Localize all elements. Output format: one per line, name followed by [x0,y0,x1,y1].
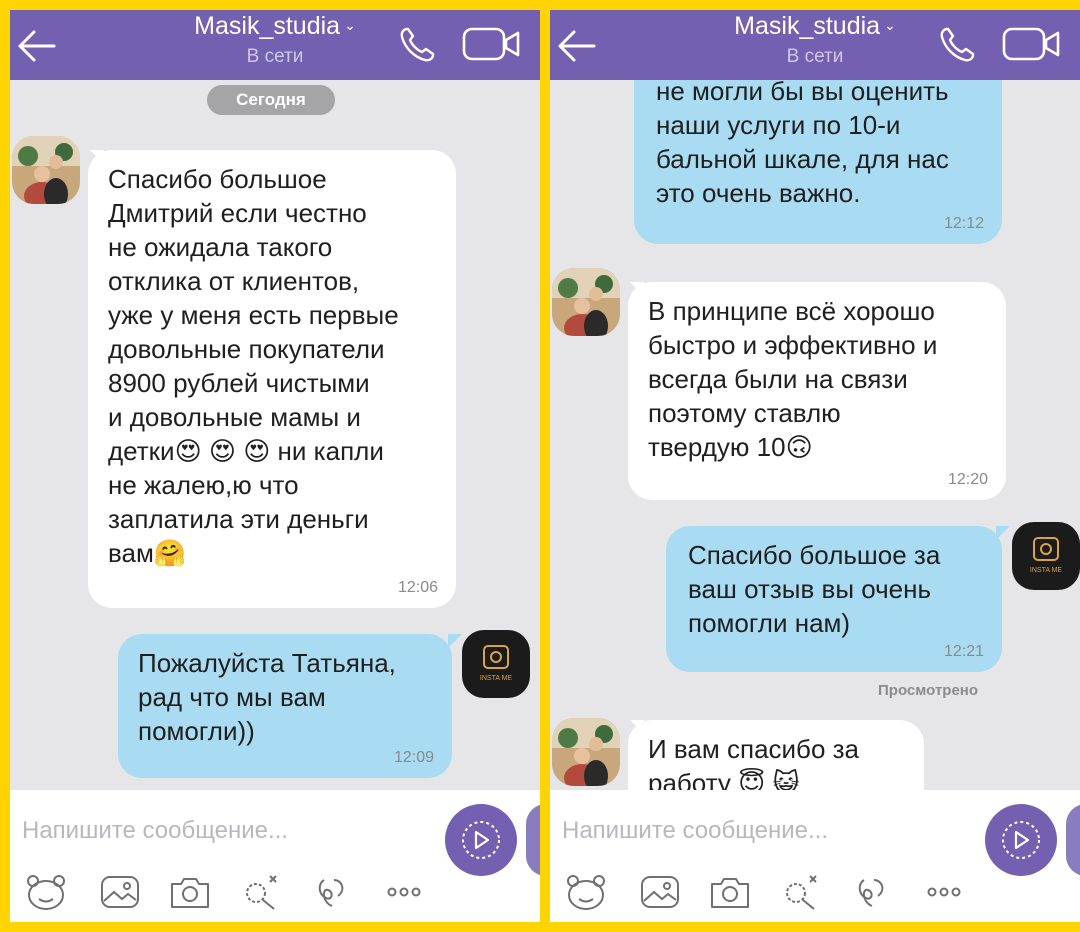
date-separator: Сегодня [207,85,335,115]
message-time: 12:20 [947,471,988,488]
message-input[interactable] [560,802,974,860]
gallery-icon[interactable] [98,872,142,912]
insta-me-avatar[interactable]: INSTA ME [1012,522,1080,590]
video-camera-icon[interactable] [462,26,522,62]
message-text: В принципе всё хорошо быстро и эффективн… [648,296,938,462]
gif-icon[interactable] [310,872,354,912]
phone-icon[interactable] [938,24,978,64]
message-time: 12:06 [397,579,438,596]
contact-name-button[interactable]: Masik_studia ⌄ [10,12,540,41]
more-icon[interactable] [922,872,966,912]
message-text: И вам спасибо за работу 😇 😺 [648,734,860,790]
composer [550,790,1080,922]
message-text: Спасибо большое Дмитрий если честно не о… [108,164,399,568]
insta-me-avatar[interactable]: INSTA ME [462,630,530,698]
incoming-message[interactable]: Спасибо большое Дмитрий если честно не о… [88,150,456,608]
outgoing-message[interactable]: Спасибо большое за ваш отзыв вы очень по… [666,526,1002,672]
contact-name: Masik_studia [194,12,341,40]
gif-icon[interactable] [850,872,894,912]
outgoing-message[interactable]: Пожалуйста Татьяна, рад что мы вам помог… [118,634,452,778]
camera-icon[interactable] [708,872,752,912]
send-icon [462,821,500,859]
contact-avatar[interactable] [12,136,80,204]
video-camera-icon[interactable] [1002,26,1062,62]
contact-name-button[interactable]: Masik_studia ⌄ [550,12,1080,41]
phone-icon[interactable] [398,24,438,64]
doodle-icon[interactable] [778,872,822,912]
message-text: Спасибо большое за ваш отзыв вы очень по… [688,540,941,638]
chat-header: Masik_studia ⌄ В сети [550,10,1080,80]
chevron-down-icon: ⌄ [344,17,356,33]
message-text: не могли бы вы оценить наши услуги по 10… [656,80,949,208]
composer [10,790,540,922]
send-button[interactable] [985,804,1057,876]
gallery-icon[interactable] [638,872,682,912]
bubble-tail [996,526,1010,540]
message-list[interactable]: не могли бы вы оценить наши услуги по 10… [550,80,1080,790]
camera-icon[interactable] [168,872,212,912]
online-status: В сети [246,46,304,67]
incoming-message[interactable]: И вам спасибо за работу 😇 😺 [628,720,924,790]
chat-screen-left: Masik_studia ⌄ В сети Сегодня Спасибо бо… [10,10,540,922]
message-input[interactable] [20,802,434,860]
extra-button-peek [1066,804,1080,876]
more-icon[interactable] [382,872,426,912]
chat-screen-right: Masik_studia ⌄ В сети не могли бы вы оцен… [550,10,1080,922]
message-text: Пожалуйста Татьяна, рад что мы вам помог… [138,648,396,746]
online-status: В сети [786,46,844,67]
sticker-icon[interactable] [24,872,68,912]
outgoing-message[interactable]: не могли бы вы оценить наши услуги по 10… [634,80,1002,244]
doodle-icon[interactable] [238,872,282,912]
seen-label: Просмотрено [878,682,979,699]
send-icon [1002,821,1040,859]
message-list[interactable]: Сегодня Спасибо большое Дмитрий если чес… [10,80,540,790]
message-time: 12:12 [943,215,984,232]
incoming-message[interactable]: В принципе всё хорошо быстро и эффективн… [628,282,1006,500]
insta-logo-text: INSTA ME [480,675,512,682]
contact-avatar[interactable] [552,718,620,786]
chat-header: Masik_studia ⌄ В сети [10,10,540,80]
chevron-down-icon: ⌄ [884,17,896,33]
message-time: 12:21 [943,643,984,660]
bubble-tail [448,634,462,648]
message-time: 12:09 [393,749,434,766]
extra-button-peek [526,804,540,876]
send-button[interactable] [445,804,517,876]
contact-name: Masik_studia [734,12,881,40]
sticker-icon[interactable] [564,872,608,912]
insta-logo-text: INSTA ME [1030,567,1062,574]
contact-avatar[interactable] [552,268,620,336]
